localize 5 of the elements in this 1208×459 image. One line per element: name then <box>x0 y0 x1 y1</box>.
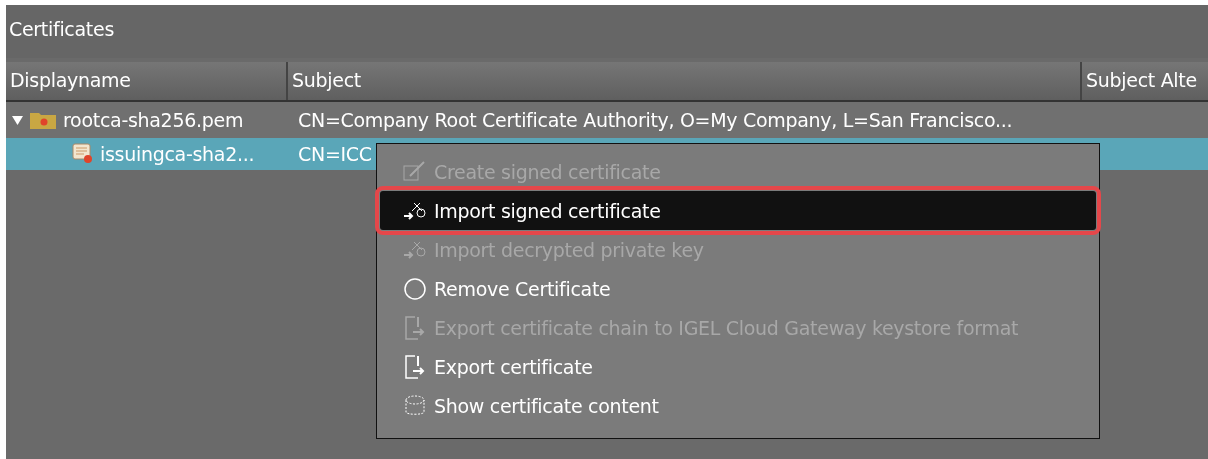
table-cell: issuingca-sha2... <box>100 143 255 165</box>
table-cell: rootca-sha256.pem <box>63 109 244 131</box>
table-cell-text: CN=Company Root Certificate Authority, O=My Company, L=San Francisco... <box>297 109 1013 131</box>
panel-title: Certificates <box>6 5 1208 58</box>
table-cell-text: CN=ICC <box>297 143 372 165</box>
